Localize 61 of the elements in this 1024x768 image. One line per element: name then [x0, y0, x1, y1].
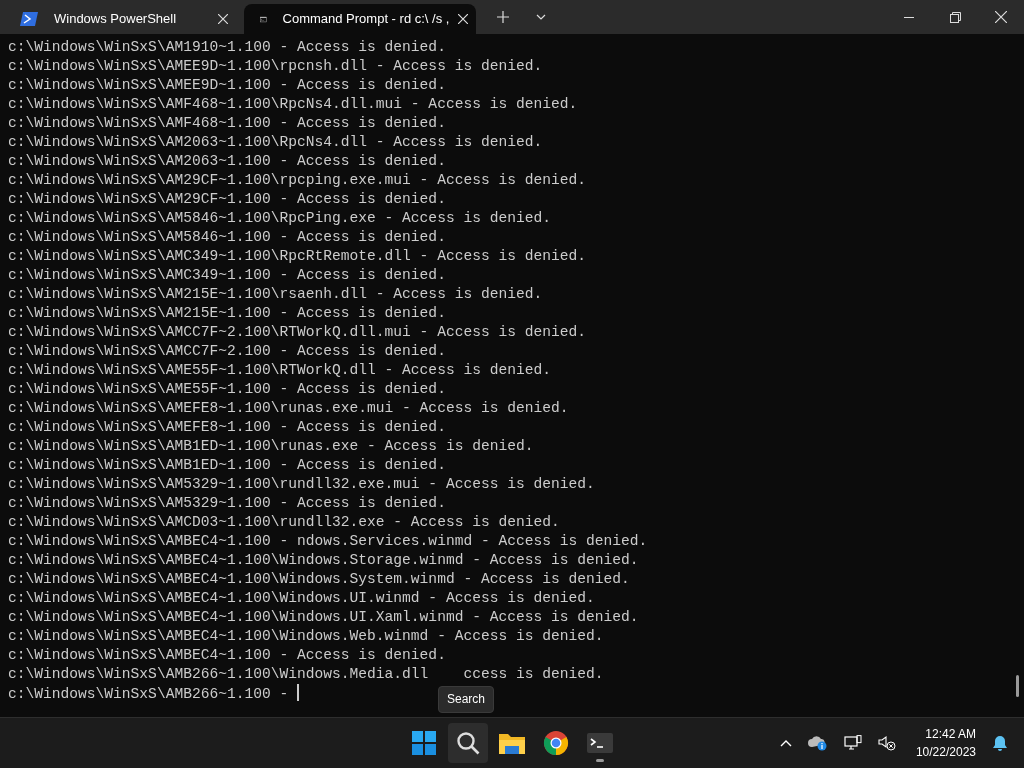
console-line: c:\Windows\WinSxS\AMB1ED~1.100\runas.exe - Access is denied.: [8, 437, 535, 456]
console-line: c:\Windows\WinSxS\AMEFE8~1.100\runas.exe.mui - Access is denied.: [8, 399, 570, 418]
console-line: ccess is denied.: [463, 666, 604, 682]
console-line: c:\Windows\WinSxS\AMCD03~1.100\rundll32.exe - Access is denied.: [8, 513, 561, 532]
close-icon: [218, 14, 228, 24]
prompt-text: c:\Windows\WinSxS\AMB266~1.100 -: [8, 686, 290, 702]
search-icon: [456, 731, 480, 755]
console-line: c:\Windows\WinSxS\AM2063~1.100 - Access is denied.: [8, 152, 447, 171]
console-line: c:\Windows\WinSxS\AMEFE8~1.100 - Access is denied.: [8, 418, 447, 437]
console-line: c:\Windows\WinSxS\AM5846~1.100\RpcPing.exe - Access is denied.: [8, 209, 552, 228]
console-line: c:\Windows\WinSxS\AMBEC4~1.100\Windows.Storage.winmd - Access is denied.: [8, 551, 640, 570]
tooltip: Search: [438, 686, 495, 713]
console-line: c:\Windows\WinSxS\AMBEC4~1.100 - Access is denied.: [8, 646, 447, 665]
console-line: c:\Windows\WinSxS\AMCC7F~2.100 - Access is denied.: [8, 342, 447, 361]
terminal-icon: [587, 733, 613, 753]
console-line: c:\Windows\WinSxS\AMBEC4~1.100\Windows.System.winmd - Access is denied.: [8, 570, 631, 589]
chevron-up-icon[interactable]: [779, 739, 792, 747]
plus-icon: [497, 11, 509, 23]
console-line: c:\Windows\WinSxS\AM1910~1.100 - Access is denied.: [8, 38, 447, 57]
close-icon: [457, 14, 468, 24]
close-icon: [995, 11, 1007, 23]
text-cursor: [297, 684, 299, 701]
console-line: c:\Windows\WinSxS\AME55F~1.100\RTWorkQ.dll - Access is denied.: [8, 361, 552, 380]
network-icon[interactable]: [843, 735, 862, 751]
console-line: c:\Windows\WinSxS\AM5329~1.100 - Access is denied.: [8, 494, 447, 513]
console-line: c:\Windows\WinSxS\AMBEC4~1.100\Windows.UI.Xaml.winmd - Access is denied.: [8, 608, 640, 627]
terminal-prompt-icon: [20, 12, 38, 26]
console-line: c:\Windows\WinSxS\AMEE9D~1.100\rpcnsh.dll - Access is denied.: [8, 57, 544, 76]
console-line: c:\Windows\WinSxS\AM215E~1.100 - Access is denied.: [8, 304, 447, 323]
clock[interactable]: 12:42 AM 10/22/2023: [915, 725, 976, 761]
speaker-muted-icon[interactable]: [877, 735, 896, 751]
console-line: c:\Windows\WinSxS\AM2063~1.100\RpcNs4.dll - Access is denied.: [8, 133, 544, 152]
console-line: c:\Windows\WinSxS\AMC349~1.100\RpcRtRemote.dll - Access is denied.: [8, 247, 587, 266]
bell-icon[interactable]: [992, 734, 1008, 752]
taskbar-app[interactable]: [448, 723, 488, 763]
folder-icon: [499, 732, 525, 754]
console-line: c:\Windows\WinSxS\AMBEC4~1.100\Windows.Web.winmd - Access is denied.: [8, 627, 605, 646]
console-line: c:\Windows\WinSxS\AMB266~1.100\Windows.Media.dll: [8, 666, 429, 682]
tab[interactable]: Windows PowerShell: [4, 4, 244, 34]
console-line: c:\Windows\WinSxS\AM5329~1.100\rundll32.exe.mui - Access is denied.: [8, 475, 596, 494]
console-line: c:\Windows\WinSxS\AMC349~1.100 - Access is denied.: [8, 266, 447, 285]
cloud-info-icon[interactable]: [807, 735, 828, 751]
console-line: c:\Windows\WinSxS\AME55F~1.100 - Access is denied.: [8, 380, 447, 399]
console-line: c:\Windows\WinSxS\AM215E~1.100\rsaenh.dll - Access is denied.: [8, 285, 544, 304]
console-line: c:\Windows\WinSxS\AMBEC4~1.100\Windows.UI.winmd - Access is denied.: [8, 589, 596, 608]
tab[interactable]: Command Prompt - rd c:\ /s ,: [244, 4, 476, 34]
console-line: c:\Windows\WinSxS\AMBEC4~1.100 - ndows.Services.winmd - Access is denied.: [8, 532, 649, 551]
scrollbar-thumb[interactable]: [1016, 675, 1019, 697]
chevron-down-icon: [536, 14, 546, 20]
browser-icon: [543, 730, 569, 756]
console-line: c:\Windows\WinSxS\AMB1ED~1.100 - Access is denied.: [8, 456, 447, 475]
minimize-icon: [904, 16, 914, 18]
restore-icon: [949, 11, 961, 23]
console-line: c:\Windows\WinSxS\AMEE9D~1.100 - Access is denied.: [8, 76, 447, 95]
console-line: c:\Windows\WinSxS\AMF468~1.100\RpcNs4.dll.mui - Access is denied.: [8, 95, 579, 114]
windows-logo-icon: [412, 731, 436, 755]
console-line: c:\Windows\WinSxS\AM5846~1.100 - Access is denied.: [8, 228, 447, 247]
console-line: c:\Windows\WinSxS\AM29CF~1.100\rpcping.exe.mui - Access is denied.: [8, 171, 587, 190]
console-line: c:\Windows\WinSxS\AMF468~1.100 - Access is denied.: [8, 114, 447, 133]
console-line: c:\Windows\WinSxS\AM29CF~1.100 - Access is denied.: [8, 190, 447, 209]
console-line: c:\Windows\WinSxS\AMCC7F~2.100\RTWorkQ.dll.mui - Access is denied.: [8, 323, 587, 342]
